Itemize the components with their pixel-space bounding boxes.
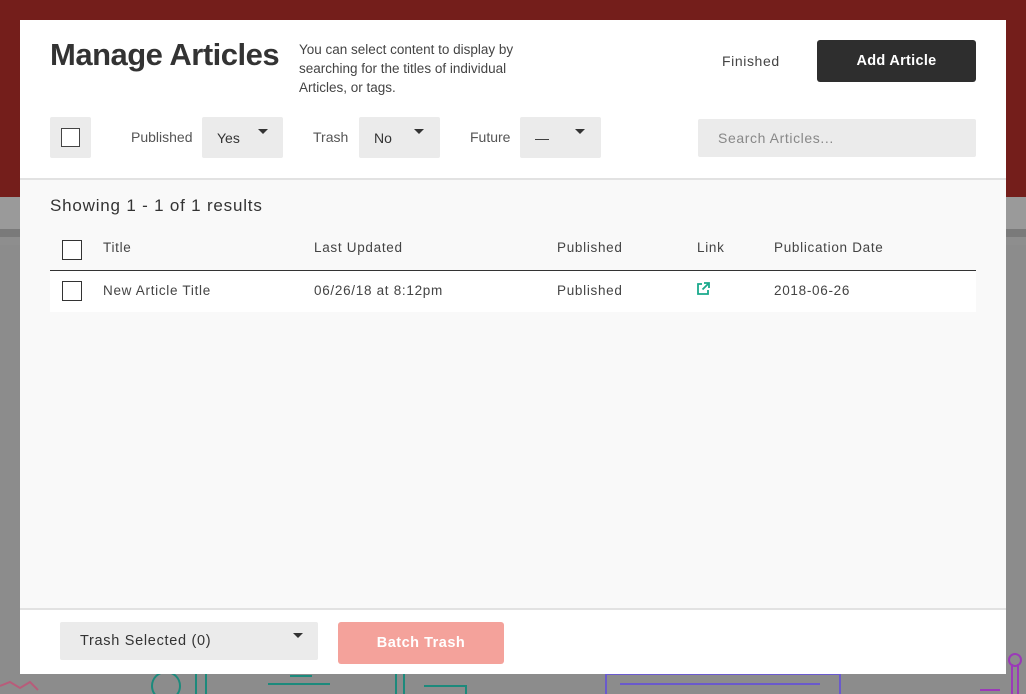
modal-footer: Trash Selected (0) Batch Trash [20,608,1006,674]
chevron-down-icon [414,129,424,134]
row-published-status: Published [557,283,623,298]
trash-filter-select[interactable]: No [359,117,440,158]
batch-trash-button[interactable]: Batch Trash [338,622,504,664]
add-article-button[interactable]: Add Article [817,40,976,82]
finished-button[interactable]: Finished [722,53,780,69]
row-checkbox[interactable] [62,281,82,301]
published-filter-select[interactable]: Yes [202,117,283,158]
chevron-down-icon [575,129,585,134]
chevron-down-icon [293,633,303,638]
select-all-checkbox[interactable] [61,128,80,147]
modal-title: Manage Articles [50,37,280,72]
future-filter-select[interactable]: — [520,117,601,158]
published-filter-value: Yes [217,129,240,146]
modal-description: You can select content to display by sea… [299,42,514,95]
modal-header: Manage Articles You can select content t… [20,20,1006,180]
future-filter-label: Future [470,129,511,145]
future-filter-value: — [535,129,549,146]
results-count: Showing 1 - 1 of 1 results [50,196,263,215]
articles-table: Title Last Updated Published Link Public… [50,231,976,312]
row-last-updated: 06/26/18 at 8:12pm [314,283,443,298]
select-all-rows-checkbox[interactable] [62,240,82,260]
search-articles-input[interactable] [698,119,976,157]
column-title[interactable]: Title [103,240,132,255]
external-link-icon[interactable] [696,282,710,296]
table-row[interactable]: New Article Title 06/26/18 at 8:12pm Pub… [50,271,976,312]
bulk-action-select[interactable]: Trash Selected (0) [60,622,318,660]
trash-filter-label: Trash [313,129,349,145]
column-last-updated[interactable]: Last Updated [314,240,403,255]
row-title[interactable]: New Article Title [103,283,211,298]
column-published[interactable]: Published [557,240,623,255]
bulk-action-value: Trash Selected (0) [80,633,212,649]
published-filter-label: Published [131,129,193,145]
row-publication-date: 2018-06-26 [774,283,851,298]
trash-filter-value: No [374,129,392,146]
column-link: Link [697,240,725,255]
table-header: Title Last Updated Published Link Public… [50,231,976,271]
manage-articles-modal: Manage Articles You can select content t… [20,20,1006,674]
select-all-filter[interactable] [50,117,91,158]
chevron-down-icon [258,129,268,134]
column-publication-date[interactable]: Publication Date [774,240,884,255]
